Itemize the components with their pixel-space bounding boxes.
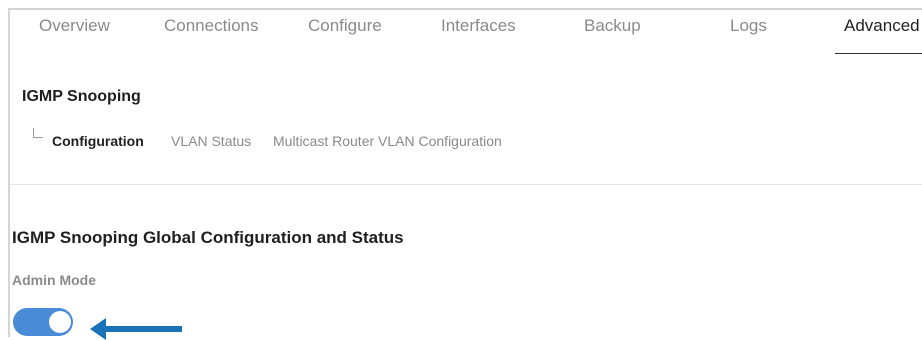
global-config-title: IGMP Snooping Global Configuration and S…: [12, 228, 404, 247]
main-panel: Overview Connections Configure Interface…: [8, 8, 922, 340]
section-divider: [10, 184, 922, 185]
tab-backup[interactable]: Backup: [584, 16, 641, 36]
top-tab-bar: Overview Connections Configure Interface…: [10, 10, 922, 56]
tab-advanced[interactable]: Advanced: [844, 16, 920, 36]
subtab-configuration[interactable]: Configuration: [52, 133, 144, 149]
admin-mode-toggle[interactable]: [13, 308, 73, 336]
tab-interfaces[interactable]: Interfaces: [441, 16, 516, 36]
active-tab-underline: [835, 53, 922, 54]
tab-logs[interactable]: Logs: [730, 16, 767, 36]
section-title: IGMP Snooping: [22, 88, 141, 105]
subtab-vlan-status[interactable]: VLAN Status: [171, 133, 251, 149]
tree-branch-icon: [33, 128, 43, 138]
tab-connections[interactable]: Connections: [164, 16, 259, 36]
tab-overview[interactable]: Overview: [39, 16, 110, 36]
toggle-knob: [49, 311, 71, 333]
subtab-multicast-router-vlan-configuration[interactable]: Multicast Router VLAN Configuration: [273, 133, 502, 149]
admin-mode-label: Admin Mode: [12, 272, 96, 288]
tab-configure[interactable]: Configure: [308, 16, 382, 36]
